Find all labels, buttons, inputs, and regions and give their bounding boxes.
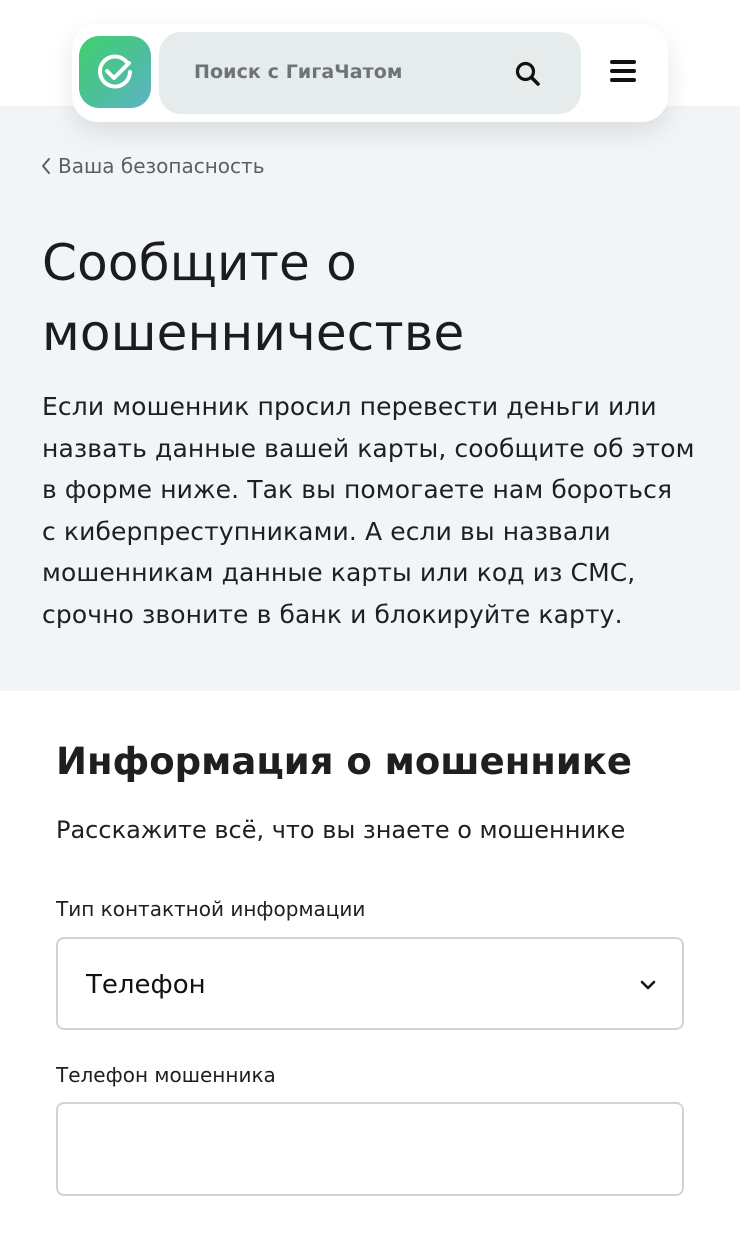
page-title: Сообщите о мошенничестве <box>42 228 702 368</box>
intro-line: в форме ниже. Так вы помогаете нам борот… <box>42 475 673 504</box>
fraudster-phone-field[interactable] <box>56 1102 684 1196</box>
chevron-down-icon <box>640 980 656 990</box>
intro-line: Если мошенник просил перевести деньги ил… <box>42 392 657 421</box>
search-icon[interactable] <box>513 59 543 89</box>
search-input[interactable]: Поиск с ГигаЧатом <box>159 32 581 114</box>
contact-type-select[interactable]: Телефон <box>56 937 684 1030</box>
menu-bar <box>610 78 636 82</box>
contact-type-label: Тип контактной информации <box>56 897 366 921</box>
page-title-line: Сообщите о <box>42 234 357 292</box>
intro-line: срочно звоните в банк и блокируйте карту… <box>42 599 623 629</box>
menu-bar <box>610 60 636 64</box>
fraudster-phone-label: Телефон мошенника <box>56 1063 276 1087</box>
intro-text: Если мошенник просил перевести деньги ил… <box>42 386 732 635</box>
page: Поиск с ГигаЧатом Ваша безопасность Сооб… <box>0 0 740 1258</box>
check-circle-icon <box>98 54 132 89</box>
intro-line: назвать данные вашей карты, сообщите об … <box>42 433 695 463</box>
sber-logo-icon[interactable] <box>79 36 151 108</box>
intro-line: с киберпреступниками. А если вы назвали <box>42 516 611 546</box>
fraudster-phone-input[interactable] <box>58 1104 682 1194</box>
menu-bar <box>610 69 636 73</box>
search-placeholder: Поиск с ГигаЧатом <box>194 61 403 83</box>
section-subtitle: Расскажите всё, что вы знаете о мошенник… <box>56 816 626 844</box>
hamburger-menu-icon[interactable] <box>610 60 640 86</box>
chevron-left-icon <box>42 158 50 174</box>
breadcrumb-label: Ваша безопасность <box>58 154 265 178</box>
intro-line: мошенникам данные карты или код из СМС, <box>42 558 636 587</box>
breadcrumb-back-link[interactable]: Ваша безопасность <box>40 153 264 179</box>
section-title: Информация о мошеннике <box>56 740 632 783</box>
contact-type-value: Телефон <box>86 970 206 1000</box>
page-title-line: мошенничестве <box>42 304 465 362</box>
